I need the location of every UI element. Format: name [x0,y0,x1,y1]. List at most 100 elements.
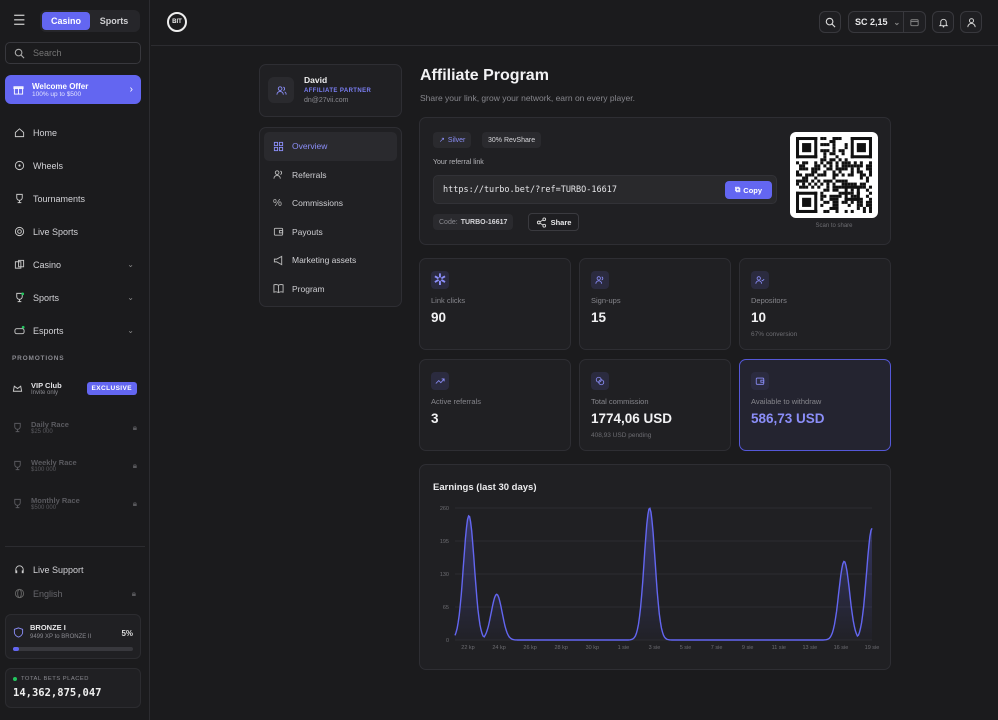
sports-tab[interactable]: Sports [90,12,138,30]
affiliate-menu: Overview Referrals % Commissions Payouts … [259,127,402,307]
qr-code-image [796,137,872,213]
language-selector[interactable]: English 🔒︎ [14,588,136,599]
promo-vip-club[interactable]: VIP Club Invite only EXCLUSIVE [12,381,137,396]
x-tick-label: 30 kp [586,645,599,651]
referral-link-label: Your referral link [433,159,484,166]
earnings-chart: 0 65 130 195 260 22 kp 24 kp 26 kp 28 kp 30 kp 1 s… [440,506,880,651]
menu-commissions[interactable]: % Commissions [264,189,397,218]
copy-icon: ⧉ [734,185,741,194]
nav-casino[interactable]: Casino ⌄ [8,248,138,281]
search-button[interactable] [819,11,841,33]
nav-home[interactable]: Home [8,116,138,149]
account-button[interactable] [960,11,982,33]
chevron-down-icon[interactable]: ⌄ [127,293,134,302]
search-input[interactable] [33,48,133,58]
rank-percent: 5% [121,629,133,638]
topbar: BIT SC 2,15 ⌄ [151,0,998,46]
chevron-down-icon[interactable]: ⌄ [127,260,134,269]
nav-wheels[interactable]: Wheels [8,149,138,182]
promo-monthly-race[interactable]: Monthly Race $500 000 🔒︎ [12,496,137,511]
menu-marketing-assets[interactable]: Marketing assets [264,246,397,275]
lock-icon: 🔒︎ [132,422,137,432]
menu-program[interactable]: Program [264,275,397,304]
wheel-icon [14,160,25,171]
copy-button[interactable]: ⧉ Copy [725,181,772,199]
cursor-click-icon: ✲ [431,271,449,289]
qr-caption: Scan to share [815,223,853,229]
qr-code [790,132,878,218]
casino-icon [14,259,25,269]
promo-daily-race[interactable]: Daily Race $25 000 🔒︎ [12,420,137,435]
percent-icon: % [273,197,282,209]
share-button[interactable]: Share [528,213,579,231]
referral-card: ↗ Silver 30% RevShare Your referral link … [419,117,891,245]
x-tick-label: 19 sie [865,645,880,651]
welcome-offer-banner[interactable]: Welcome Offer 100% up to $500 › [5,75,141,104]
live-support-link[interactable]: Live Support [14,564,136,575]
referral-link-field[interactable]: https://turbo.bet/?ref=TURBO-16617 ⧉ Copy [433,175,777,204]
x-tick-label: 3 sie [649,645,661,651]
trophy-icon [16,193,23,204]
menu-referrals[interactable]: Referrals [264,161,397,190]
esports-icon [14,325,25,335]
gift-icon [13,86,24,95]
rank-subtitle: 9499 XP to BRONZE II [30,634,92,640]
live-icon [14,226,25,237]
balance-selector[interactable]: SC 2,15 ⌄ [848,11,926,33]
y-tick-label: 0 [446,638,449,644]
rank-progress-fill [13,647,19,651]
revshare-badge: 30% RevShare [482,132,542,148]
nav-live-sports[interactable]: Live Sports [8,215,138,248]
grid-icon [273,141,284,151]
profile-name: David [304,75,328,85]
promo-weekly-race[interactable]: Weekly Race $100 000 🔒︎ [12,458,137,473]
nav-esports[interactable]: Esports ⌄ [8,314,138,347]
x-tick-label: 24 kp [492,645,505,651]
trophy-icon [14,498,21,509]
crown-icon [12,385,23,392]
x-tick-label: 16 sie [834,645,849,651]
stat-total-commission: Total commission 1774,06 USD 408,93 USD … [579,359,731,451]
menu-payouts[interactable]: Payouts [264,218,397,247]
sports-icon [16,292,25,303]
users-icon [591,271,609,289]
balance-value: SC 2,15 [855,17,888,27]
chevron-right-icon: › [129,84,133,95]
nav-tournaments[interactable]: Tournaments [8,182,138,215]
menu-overview[interactable]: Overview [264,132,397,161]
wallet-icon [751,372,769,390]
wallet-icon[interactable] [903,12,925,32]
menu-icon[interactable]: ☰ [13,13,27,27]
x-tick-label: 22 kp [461,645,474,651]
stat-link-clicks: ✲ Link clicks 90 [419,258,571,350]
coins-icon [591,372,609,390]
welcome-subtitle: 100% up to $500 [32,90,82,98]
trophy-icon [14,422,21,433]
notifications-button[interactable] [932,11,954,33]
y-tick-label: 195 [440,539,449,545]
rank-card[interactable]: BRONZE I 9499 XP to BRONZE II 5% [5,614,141,659]
avatar [268,77,294,103]
profile-card: David AFFILIATE PARTNER dn@27vii.com [259,64,402,117]
welcome-title: Welcome Offer [32,81,89,91]
x-tick-label: 13 sie [803,645,818,651]
x-tick-label: 26 kp [523,645,536,651]
tier-badge: ↗ Silver [433,132,472,148]
referral-code: Code: TURBO-16617 [433,214,514,230]
search-icon [14,48,25,58]
headset-icon [15,565,24,574]
nav-sports[interactable]: Sports ⌄ [8,281,138,314]
chevron-down-icon[interactable]: ⌄ [127,326,134,335]
casino-tab[interactable]: Casino [42,12,90,30]
megaphone-icon [273,255,283,266]
stat-available-to-withdraw[interactable]: Available to withdraw 586,73 USD [739,359,891,451]
search-box[interactable] [5,42,141,64]
lock-icon: 🔒︎ [132,498,137,508]
sidebar-divider [5,546,145,547]
x-tick-label: 28 kp [554,645,567,651]
users-icon [273,170,282,179]
casino-sports-toggle: Casino Sports [40,10,140,32]
chevron-down-icon: ⌄ [893,17,901,27]
globe-icon [14,588,25,599]
site-logo[interactable]: BIT [167,12,187,32]
